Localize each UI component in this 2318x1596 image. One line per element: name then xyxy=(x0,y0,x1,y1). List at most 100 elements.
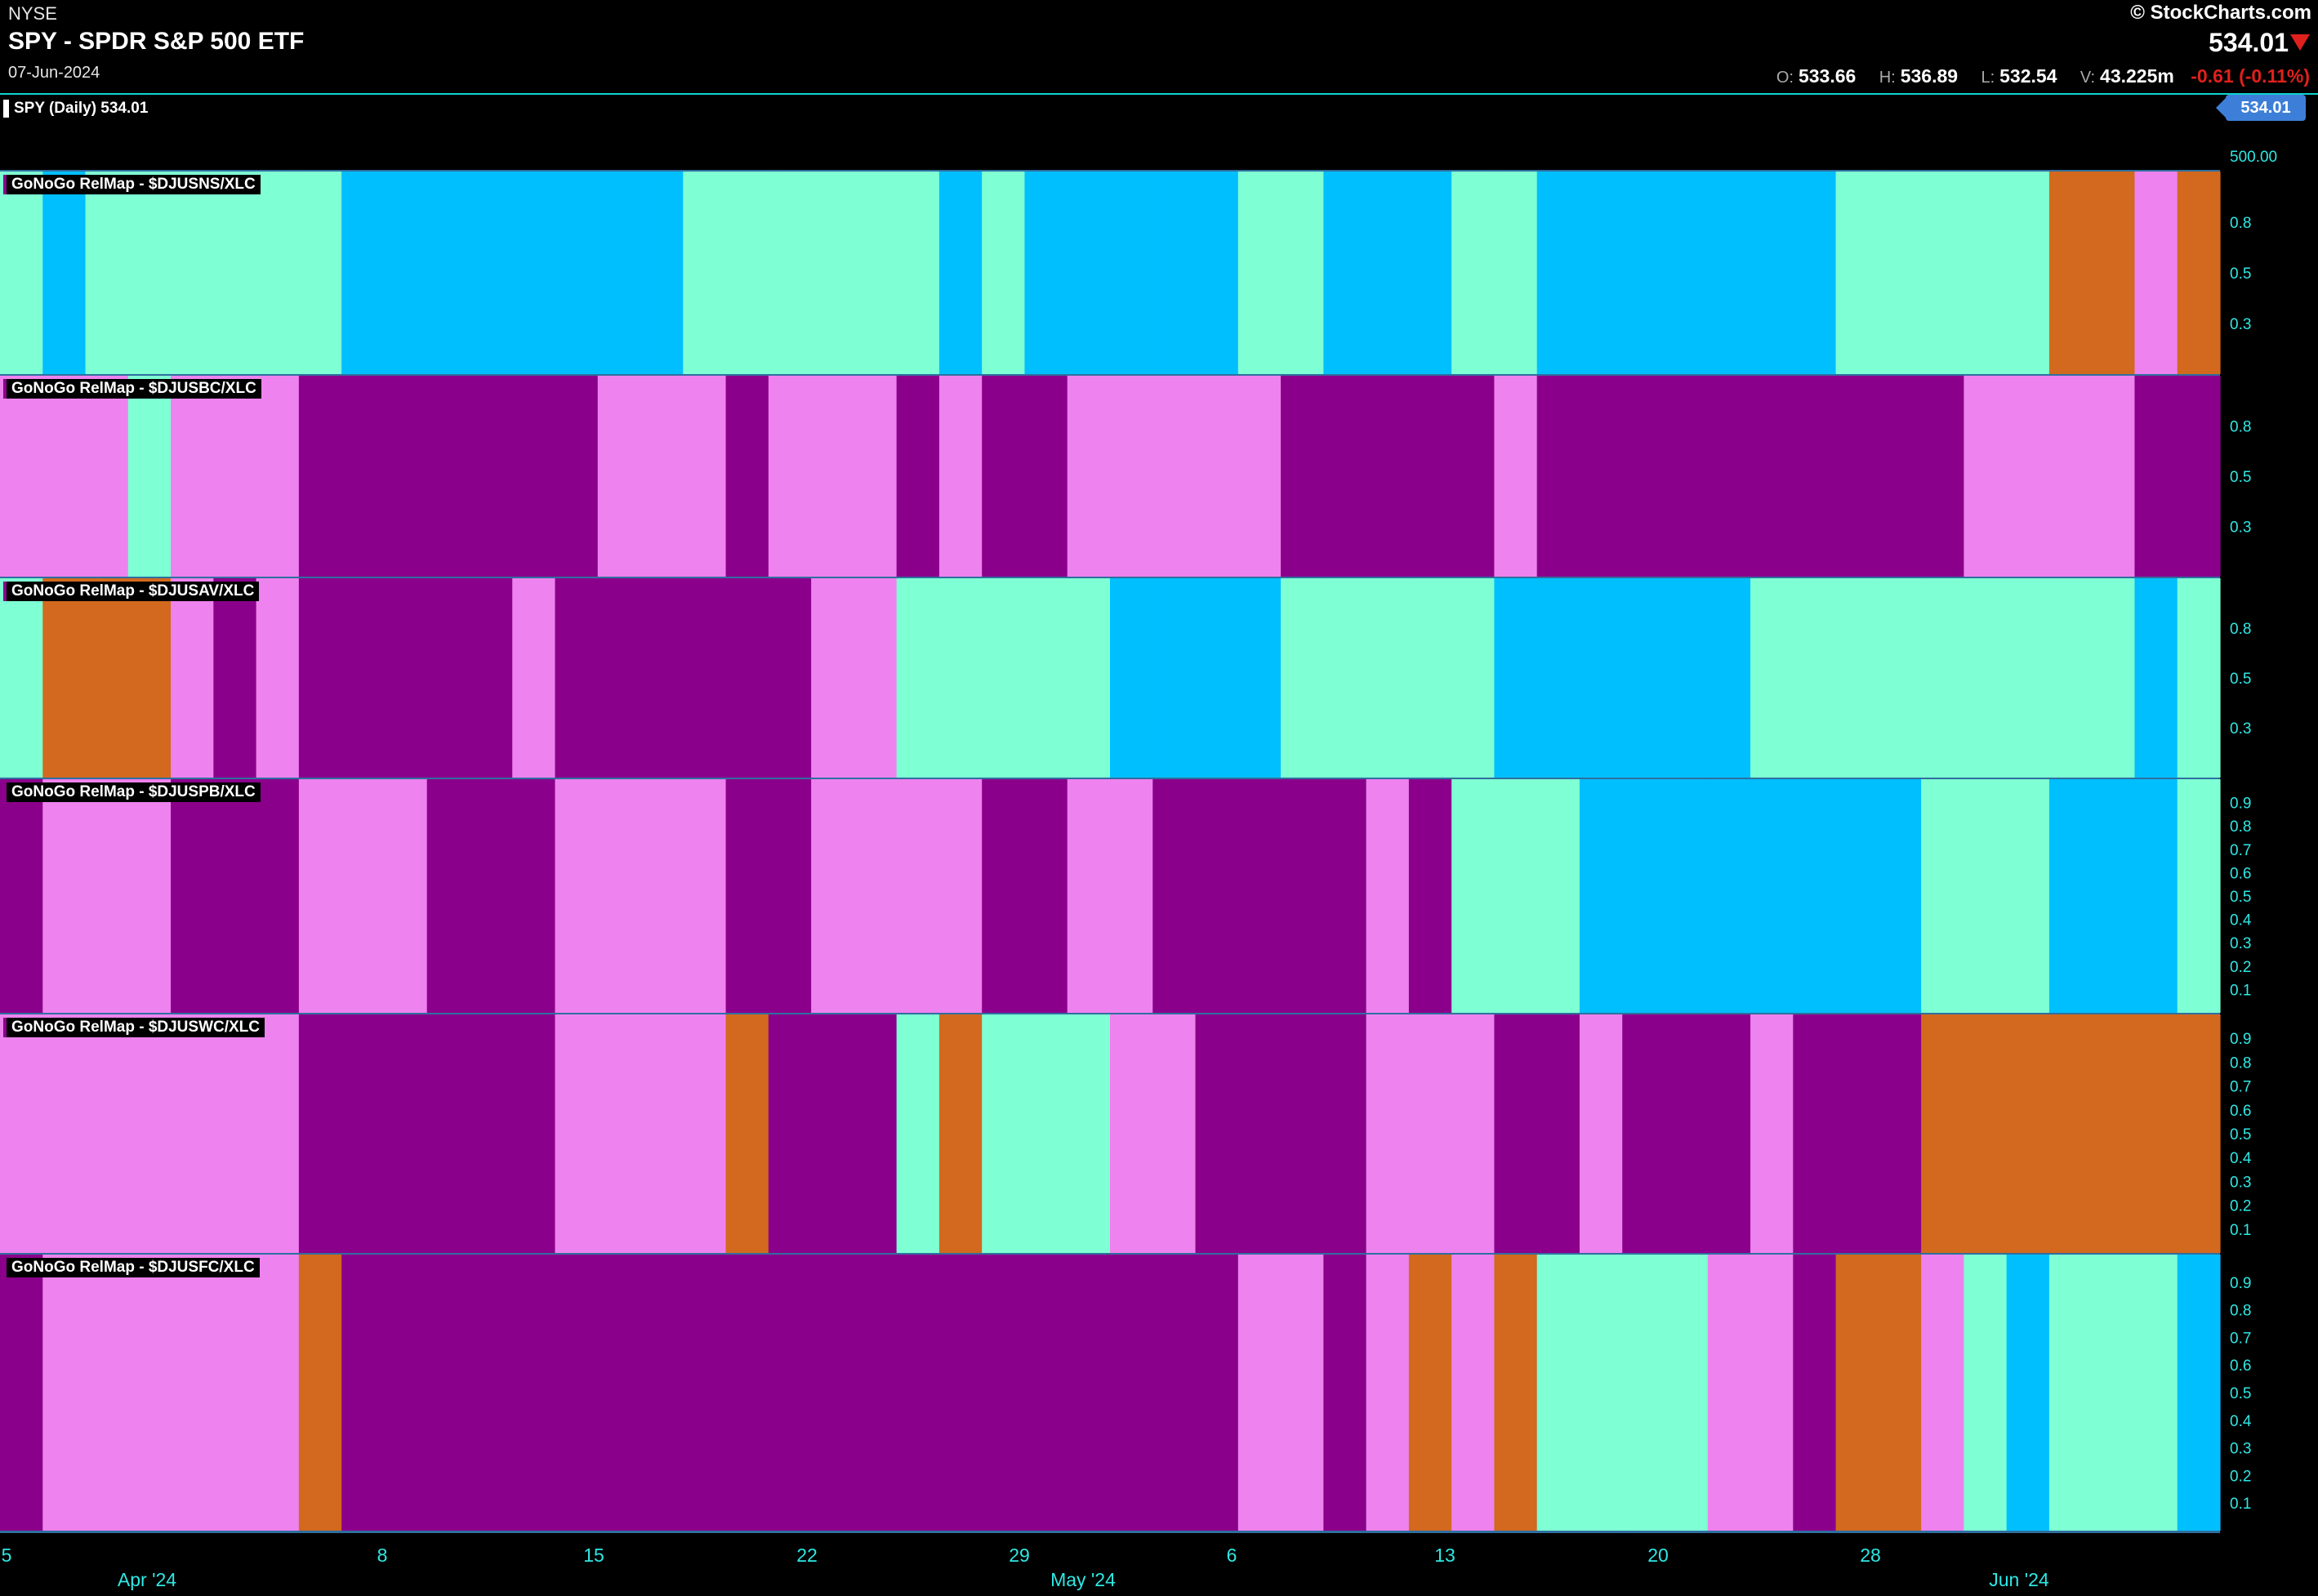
relmap-cell xyxy=(85,1014,129,1253)
relmap-cell xyxy=(1494,578,1538,778)
relmap-cell xyxy=(512,779,556,1013)
relmap-cell xyxy=(1750,1255,1794,1531)
relmap-cell xyxy=(683,1014,727,1253)
relmap-cell xyxy=(854,578,898,778)
relmap-cell xyxy=(1366,1255,1410,1531)
relmap-cell xyxy=(1878,779,1922,1013)
y-tick-label: 0.6 xyxy=(2230,1357,2251,1375)
x-month-label: Jun '24 xyxy=(1989,1569,2049,1590)
relmap-cell xyxy=(1750,779,1794,1013)
relmap-cell xyxy=(1964,779,2008,1013)
relmap-cell xyxy=(2006,578,2050,778)
relmap-cell xyxy=(1878,172,1922,374)
x-month-label: May '24 xyxy=(1050,1569,1116,1590)
relmap-cell xyxy=(384,779,428,1013)
relmap-cell xyxy=(1024,1255,1068,1531)
relmap-cell xyxy=(1793,1014,1837,1253)
relmap-cell xyxy=(1110,1255,1153,1531)
relmap-cell xyxy=(938,376,983,577)
relmap-cell xyxy=(1067,779,1111,1013)
relmap-cell xyxy=(1237,779,1282,1013)
relmap-cell xyxy=(1707,779,1751,1013)
relmap-cell xyxy=(982,172,1026,374)
panel-label: GoNoGo RelMap - $DJUSAV/XLC xyxy=(3,582,260,601)
relmap-cell xyxy=(725,172,769,374)
relmap-cell xyxy=(1494,172,1538,374)
relmap-cell xyxy=(2092,1255,2136,1531)
relmap-cell xyxy=(1110,172,1153,374)
relmap-cell xyxy=(1281,779,1324,1013)
relmap-cell xyxy=(213,172,257,374)
relmap-cell xyxy=(1579,578,1623,778)
relmap-cell xyxy=(640,172,684,374)
relmap-cell xyxy=(341,1255,386,1531)
relmap-cell xyxy=(2048,376,2093,577)
relmap-cell xyxy=(1067,376,1111,577)
relmap-cell xyxy=(1451,578,1496,778)
relmap-cell xyxy=(2048,779,2093,1013)
relmap-cell xyxy=(1622,376,1666,577)
relmap-cell xyxy=(683,1255,727,1531)
relmap-cell xyxy=(597,376,641,577)
relmap-cell xyxy=(2177,779,2221,1013)
panel-label: GoNoGo RelMap - $DJUSFC/XLC xyxy=(3,1258,260,1277)
relmap-cell xyxy=(1451,779,1496,1013)
relmap-cell xyxy=(341,1014,386,1253)
relmap-cell xyxy=(1237,376,1282,577)
relmap-cell xyxy=(469,172,513,374)
relmap-cell xyxy=(1195,376,1239,577)
relmap-cell xyxy=(1707,172,1751,374)
relmap-cell xyxy=(213,376,257,577)
relmap-cell xyxy=(896,1255,940,1531)
relmap-cell xyxy=(768,376,812,577)
relmap-cell xyxy=(1494,376,1538,577)
relmap-cell xyxy=(1110,779,1153,1013)
relmap-cell xyxy=(1195,1014,1239,1253)
relmap-cell xyxy=(512,578,556,778)
relmap-cell xyxy=(1366,376,1410,577)
relmap-cell xyxy=(854,172,898,374)
relmap-cell xyxy=(127,172,172,374)
relmap-cell xyxy=(1536,376,1580,577)
y-tick-label: 0.7 xyxy=(2230,1330,2251,1347)
relmap-cell xyxy=(256,578,300,778)
relmap-cell xyxy=(426,1014,470,1253)
relmap-cell xyxy=(256,172,300,374)
relmap-cell xyxy=(1152,578,1197,778)
y-tick-label: 0.1 xyxy=(2230,982,2251,999)
relmap-cell xyxy=(469,779,513,1013)
relmap-cell xyxy=(811,578,854,778)
relmap-cell xyxy=(42,578,87,778)
relmap-cell xyxy=(896,578,940,778)
relmap-cell xyxy=(640,779,684,1013)
relmap-cell xyxy=(1494,1014,1538,1253)
y-tick-label: 0.3 xyxy=(2230,519,2251,537)
relmap-cell xyxy=(2006,376,2050,577)
relmap-cell xyxy=(2134,1014,2178,1253)
relmap-cell xyxy=(0,172,43,374)
relmap-cell xyxy=(2048,578,2093,778)
relmap-cell xyxy=(1323,578,1367,778)
relmap-cell xyxy=(1707,1255,1751,1531)
relmap-cell xyxy=(811,1255,854,1531)
relmap-cell xyxy=(42,1255,87,1531)
relmap-cell xyxy=(1536,578,1580,778)
relmap-cell xyxy=(42,172,87,374)
relmap-cell xyxy=(1536,172,1580,374)
relmap-cell xyxy=(896,376,940,577)
panel-label: GoNoGo RelMap - $DJUSNS/XLC xyxy=(3,175,261,194)
relmap-cell xyxy=(2177,1014,2221,1253)
relmap-cell xyxy=(1964,172,2008,374)
relmap-cell xyxy=(982,1255,1026,1531)
relmap-cell xyxy=(1152,1255,1197,1531)
relmap-cell xyxy=(0,779,43,1013)
relmap-cell xyxy=(298,578,342,778)
relmap-cell xyxy=(0,1255,43,1531)
y-tick-label: 0.3 xyxy=(2230,935,2251,952)
relmap-cell xyxy=(1835,1255,1879,1531)
y-tick-label: 0.9 xyxy=(2230,1275,2251,1292)
relmap-cell xyxy=(1195,578,1239,778)
relmap-cell xyxy=(1195,172,1239,374)
relmap-chart: 0.8 0.5 0.3 0.8 0.5 0.3 0.8 0.5 0.3 0.9 0.8 0.7 0.6 0… xyxy=(0,170,2252,1590)
relmap-cell xyxy=(1665,578,1709,778)
